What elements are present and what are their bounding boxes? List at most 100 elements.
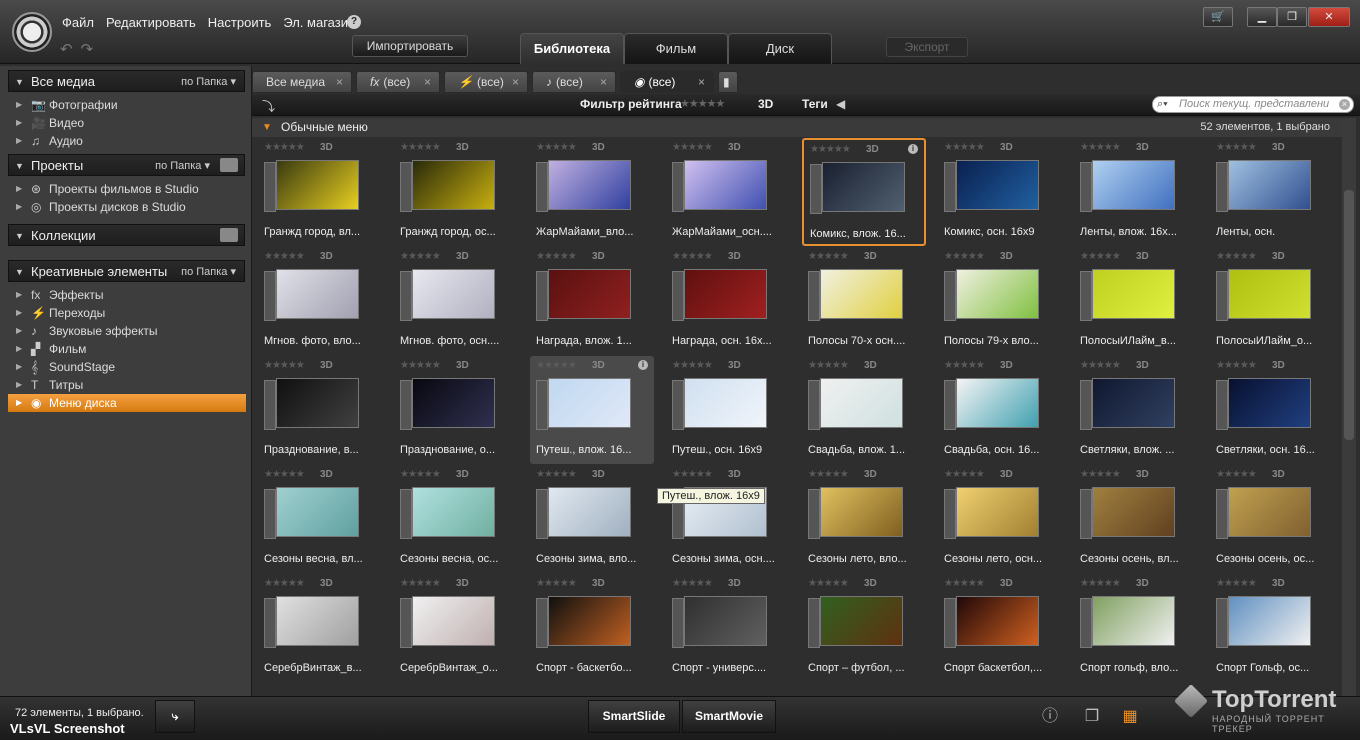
rating-stars[interactable]: ★★★★★ (536, 142, 577, 153)
add-tab-button[interactable]: ▮ (718, 71, 738, 93)
sidebar-item[interactable]: ▶ ⊛ Проекты фильмов в Studio (8, 180, 246, 198)
tab-library[interactable]: Библиотека (520, 33, 624, 64)
menu-thumbnail[interactable]: ★★★★★ 3D Спорт Гольф, ос... (1210, 574, 1334, 682)
projects-settings-icon[interactable] (220, 158, 238, 172)
import-button[interactable]: Импортировать (352, 35, 468, 57)
rating-stars[interactable]: ★★★★★ (400, 469, 441, 480)
menu-thumbnail[interactable]: ★★★★★ 3D ЖарМайами_вло... (530, 138, 654, 246)
sidebar-item[interactable]: ▶ ♪ Звуковые эффекты (8, 322, 246, 340)
menu-thumbnail[interactable]: ★★★★★ 3D Спорт - баскетбо... (530, 574, 654, 682)
rating-stars[interactable]: ★★★★★ (400, 578, 441, 589)
sidebar-item[interactable]: ▶ ◉ Меню диска (8, 394, 246, 412)
close-tab-icon[interactable]: × (512, 72, 519, 92)
expand-arrow-icon[interactable]: ▶ (16, 304, 22, 322)
close-tab-icon[interactable]: × (336, 72, 343, 92)
menu-thumbnail[interactable]: ★★★★★ 3D Полосы 70-х осн.... (802, 247, 926, 355)
filter-tab[interactable]: fx (все) × (356, 71, 440, 93)
sidebar-item[interactable]: ▶ ♫ Аудио (8, 132, 246, 150)
rating-stars[interactable]: ★★★★★ (808, 251, 849, 262)
rating-stars[interactable]: ★★★★★ (536, 251, 577, 262)
menu-thumbnail[interactable]: ★★★★★ 3D Светляки, осн. 16... (1210, 356, 1334, 464)
search-icon[interactable]: ⌕▾ (1157, 97, 1168, 112)
tab-disc[interactable]: Диск (728, 33, 832, 64)
rating-stars[interactable]: ★★★★★ (1080, 469, 1121, 480)
scrollbar[interactable] (1342, 118, 1356, 696)
section-all-media[interactable]: ▼ Все медиа по Папка ▾ (8, 70, 245, 92)
menu-thumbnail[interactable]: ★★★★★ 3D i Комикс, влож. 16... (802, 138, 926, 246)
menu-thumbnail[interactable]: ★★★★★ 3D Комикс, осн. 16x9 (938, 138, 1062, 246)
undo-redo-icons[interactable]: ↶↷ (60, 40, 101, 58)
store-cart-icon[interactable]: 🛒 (1203, 7, 1233, 27)
rating-stars[interactable]: ★★★★★ (944, 469, 985, 480)
sidebar-item[interactable]: ▶ fx Эффекты (8, 286, 246, 304)
sidebar-item[interactable]: ▶ 🎥 Видео (8, 114, 246, 132)
menu-thumbnail[interactable]: ★★★★★ 3D Гранжд город, ос... (394, 138, 518, 246)
rating-stars[interactable]: ★★★★★ (1080, 142, 1121, 153)
section-creative[interactable]: ▼ Креативные элементы по Папка ▾ (8, 260, 245, 282)
sort-dropdown[interactable]: по Папка ▾ (155, 155, 210, 177)
menu-thumbnail[interactable]: ★★★★★ 3D Сезоны лето, осн... (938, 465, 1062, 573)
rating-stars[interactable]: ★★★★★ (808, 360, 849, 371)
menu-thumbnail[interactable]: ★★★★★ 3D ПолосыИЛайм_в... (1074, 247, 1198, 355)
rating-stars[interactable]: ★★★★★ (400, 142, 441, 153)
collapse-icon[interactable]: ▼ (15, 71, 24, 93)
rating-stars[interactable]: ★★★★★ (1216, 360, 1257, 371)
close-tab-icon[interactable]: × (698, 72, 705, 92)
expand-arrow-icon[interactable]: ▶ (16, 394, 22, 412)
rating-filter-stars[interactable]: ★★★★★ (680, 97, 725, 110)
collections-icon[interactable] (220, 228, 238, 242)
expand-arrow-icon[interactable]: ▶ (16, 132, 22, 150)
maximize-button[interactable]: ❐ (1277, 7, 1307, 27)
rating-stars[interactable]: ★★★★★ (1080, 251, 1121, 262)
collapse-icon[interactable]: ▼ (15, 225, 24, 247)
rating-stars[interactable]: ★★★★★ (264, 251, 305, 262)
help-icon[interactable]: ? (347, 15, 361, 29)
rating-stars[interactable]: ★★★★★ (944, 360, 985, 371)
sidebar-item[interactable]: ▶ ◎ Проекты дисков в Studio (8, 198, 246, 216)
menu-thumbnail[interactable]: ★★★★★ 3D Спорт - универс.... (666, 574, 790, 682)
rating-stars[interactable]: ★★★★★ (1216, 142, 1257, 153)
clear-search-icon[interactable]: × (1339, 99, 1350, 110)
menu-thumbnail[interactable]: ★★★★★ 3D Сезоны зима, вло... (530, 465, 654, 573)
menu-thumbnail[interactable]: ★★★★★ 3D Свадьба, осн. 16... (938, 356, 1062, 464)
filter-tab[interactable]: ◉ (все) × (620, 71, 714, 93)
menu-thumbnail[interactable]: ★★★★★ 3D ЖарМайами_осн.... (666, 138, 790, 246)
menu-thumbnail[interactable]: ★★★★★ 3D Мгнов. фото, вло... (258, 247, 382, 355)
rating-stars[interactable]: ★★★★★ (808, 469, 849, 480)
tab-movie[interactable]: Фильм (624, 33, 728, 64)
expand-arrow-icon[interactable]: ▶ (16, 286, 22, 304)
menu-settings[interactable]: Настроить (208, 15, 272, 30)
menu-thumbnail[interactable]: ★★★★★ 3D Полосы 79-х вло... (938, 247, 1062, 355)
rating-stars[interactable]: ★★★★★ (672, 360, 713, 371)
tags-label[interactable]: Теги (802, 97, 828, 111)
menu-thumbnail[interactable]: ★★★★★ 3D Спорт – футбол, ... (802, 574, 926, 682)
minimize-button[interactable]: ▁ (1247, 7, 1277, 27)
menu-thumbnail[interactable]: ★★★★★ 3D Сезоны зима, осн.... (666, 465, 790, 573)
sidebar-item[interactable]: ▶ T Титры (8, 376, 246, 394)
app-logo-icon[interactable] (12, 12, 52, 52)
rating-stars[interactable]: ★★★★★ (264, 142, 305, 153)
menu-thumbnail[interactable]: ★★★★★ 3D Сезоны осень, ос... (1210, 465, 1334, 573)
menu-thumbnail[interactable]: ★★★★★ 3D Мгнов. фото, осн.... (394, 247, 518, 355)
expand-arrow-icon[interactable]: ▶ (16, 96, 22, 114)
rating-stars[interactable]: ★★★★★ (400, 360, 441, 371)
menu-thumbnail[interactable]: ★★★★★ 3D Сезоны весна, вл... (258, 465, 382, 573)
rating-stars[interactable]: ★★★★★ (808, 578, 849, 589)
rating-stars[interactable]: ★★★★★ (1216, 251, 1257, 262)
rating-stars[interactable]: ★★★★★ (400, 251, 441, 262)
menu-thumbnail[interactable]: ★★★★★ 3D ПолосыИЛайм_о... (1210, 247, 1334, 355)
menu-edit[interactable]: Редактировать (106, 15, 196, 30)
menu-thumbnail[interactable]: ★★★★★ 3D Свадьба, влож. 1... (802, 356, 926, 464)
grid-view-icon[interactable]: ▦ (1116, 703, 1144, 731)
group-header[interactable]: ▼ Обычные меню 52 элементов, 1 выбрано (252, 118, 1342, 137)
rating-stars[interactable]: ★★★★★ (536, 469, 577, 480)
menu-thumbnail[interactable]: ★★★★★ 3D Ленты, влож. 16x... (1074, 138, 1198, 246)
rating-stars[interactable]: ★★★★★ (264, 578, 305, 589)
menu-thumbnail[interactable]: ★★★★★ 3D Спорт гольф, вло... (1074, 574, 1198, 682)
info-icon[interactable]: i (908, 144, 918, 154)
rating-stars[interactable]: ★★★★★ (536, 360, 577, 371)
menu-thumbnail[interactable]: ★★★★★ 3D Гранжд город, вл... (258, 138, 382, 246)
sidebar-item[interactable]: ▶ 📷 Фотографии (8, 96, 246, 114)
rating-stars[interactable]: ★★★★★ (672, 142, 713, 153)
rating-filter-label[interactable]: Фильтр рейтинга (580, 97, 682, 111)
